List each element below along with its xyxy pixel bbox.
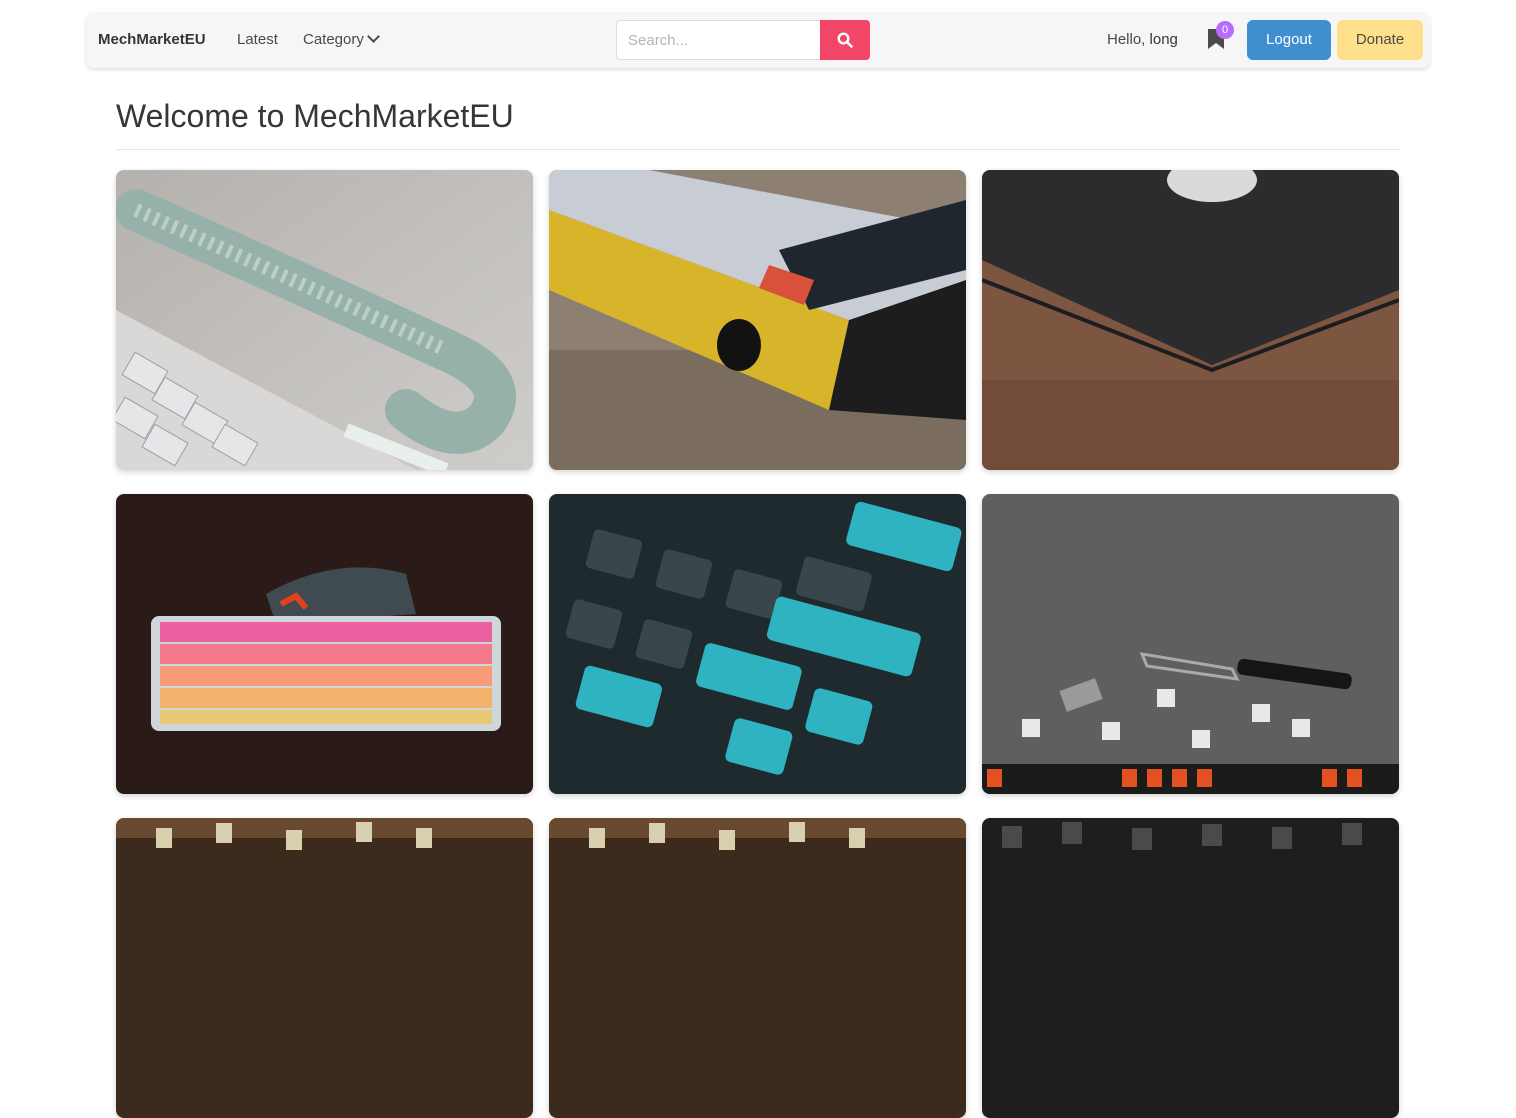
- page-title: Welcome to MechMarketEU: [116, 98, 514, 134]
- keycap-puller-photo: [982, 494, 1399, 794]
- listing-card-coiled-cable[interactable]: [116, 170, 533, 470]
- switches-photo-3: [982, 818, 1399, 1118]
- yellow-keyboard-photo: [549, 170, 966, 470]
- switches-photo-2: [549, 818, 966, 1118]
- donate-button[interactable]: Donate: [1337, 20, 1423, 60]
- greeting-text: Hello,: [1107, 31, 1150, 48]
- listing-card-switches-3[interactable]: [982, 818, 1399, 1118]
- desk-mat-photo: [982, 170, 1399, 470]
- top-navbar: MechMarketEU Latest Category Hello, long…: [86, 12, 1430, 68]
- search-input[interactable]: [616, 20, 821, 60]
- listing-card-desk-mat[interactable]: [982, 170, 1399, 470]
- switches-photo-1: [116, 818, 533, 1118]
- listing-card-pink-keyboard[interactable]: [116, 494, 533, 794]
- title-divider: [116, 149, 1400, 150]
- listing-card-keycap-puller[interactable]: [982, 494, 1399, 794]
- listing-card-switches-2[interactable]: [549, 818, 966, 1118]
- bookmark-count-badge: 0: [1216, 21, 1234, 39]
- listing-card-yellow-keyboard[interactable]: [549, 170, 966, 470]
- brand-link[interactable]: MechMarketEU: [98, 31, 206, 48]
- search-icon: [837, 32, 853, 48]
- coiled-cable-photo: [116, 170, 533, 470]
- username[interactable]: long: [1150, 31, 1178, 48]
- nav-category-dropdown[interactable]: Category: [303, 30, 380, 48]
- logout-button[interactable]: Logout: [1247, 20, 1331, 60]
- teal-keycaps-photo: [549, 494, 966, 794]
- category-label: Category: [303, 31, 364, 48]
- listing-card-teal-keycaps[interactable]: [549, 494, 966, 794]
- search-button[interactable]: [820, 20, 870, 60]
- pink-keyboard-photo: [116, 494, 533, 794]
- user-greeting: Hello, long: [1107, 31, 1178, 48]
- chevron-down-icon: [367, 30, 380, 43]
- nav-latest-link[interactable]: Latest: [237, 31, 278, 48]
- listing-card-switches-1[interactable]: [116, 818, 533, 1118]
